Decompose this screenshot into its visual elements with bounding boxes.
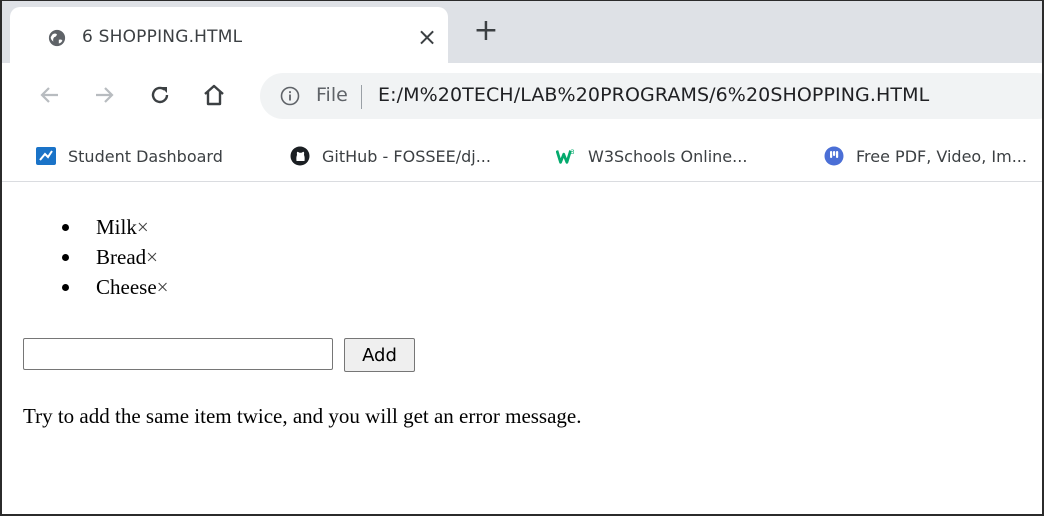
bookmark-w3schools[interactable]: 3 W3Schools Online... [556,143,747,169]
dashboard-icon [36,147,56,165]
reload-button[interactable] [142,77,178,113]
forward-button[interactable] [86,77,122,113]
list-item: Bread× [42,242,169,272]
bookmark-free-pdf[interactable]: Free PDF, Video, Im... [824,143,1027,169]
scheme-label: File [316,84,348,106]
remove-item-icon[interactable]: × [157,275,169,299]
add-button[interactable]: Add [344,338,415,372]
item-name: Bread [96,245,147,269]
bullet-icon [62,254,69,261]
address-bar[interactable]: File E:/M%20TECH/LAB%20PROGRAMS/6%20SHOP… [260,73,1042,119]
bookmark-label: Student Dashboard [68,146,223,166]
info-icon[interactable] [280,86,300,106]
close-tab-icon[interactable]: × [412,22,442,52]
list-item: Cheese× [42,272,169,302]
new-tab-button[interactable]: + [470,15,502,47]
remove-item-icon[interactable]: × [137,215,149,239]
item-name: Milk [96,215,137,239]
bookmark-github[interactable]: GitHub - FOSSEE/dj... [290,143,491,169]
bookmark-label: Free PDF, Video, Im... [856,146,1027,166]
github-icon [290,146,310,166]
arrow-right-icon [96,87,114,103]
globe-icon [48,29,66,47]
bookmark-student-dashboard[interactable]: Student Dashboard [36,143,223,169]
bullet-icon [62,284,69,291]
hint-text: Try to add the same item twice, and you … [23,404,582,428]
active-tab[interactable]: 6 SHOPPING.HTML × [10,7,448,63]
home-button[interactable] [196,77,232,113]
new-item-input[interactable] [23,338,333,370]
omnibox-separator [361,85,362,109]
pdf-tool-icon [824,146,844,166]
item-name: Cheese [96,275,157,299]
back-button[interactable] [32,77,68,113]
bookmarks-bar: Student Dashboard GitHub - FOSSEE/dj... … [2,131,1042,182]
tab-strip: 6 SHOPPING.HTML × + [2,1,1042,63]
bookmark-label: GitHub - FOSSEE/dj... [322,146,491,166]
list-item: Milk× [42,212,169,242]
url-text[interactable]: E:/M%20TECH/LAB%20PROGRAMS/6%20SHOPPING.… [378,84,929,106]
bullet-icon [62,224,69,231]
remove-item-icon[interactable]: × [146,245,158,269]
bookmark-label: W3Schools Online... [588,146,748,166]
w3schools-icon: 3 [556,149,575,164]
svg-text:3: 3 [571,149,575,156]
shopping-list: Milk× Bread× Cheese× [42,212,169,302]
page-content: Milk× Bread× Cheese× Add Try to add the … [2,182,1042,514]
browser-window: 6 SHOPPING.HTML × + File E:/M%20TECH/LAB… [0,0,1044,516]
arrow-left-icon [40,87,58,103]
toolbar: File E:/M%20TECH/LAB%20PROGRAMS/6%20SHOP… [2,63,1042,131]
home-icon [204,84,224,106]
reload-icon [151,86,169,104]
tab-title: 6 SHOPPING.HTML [82,27,243,47]
